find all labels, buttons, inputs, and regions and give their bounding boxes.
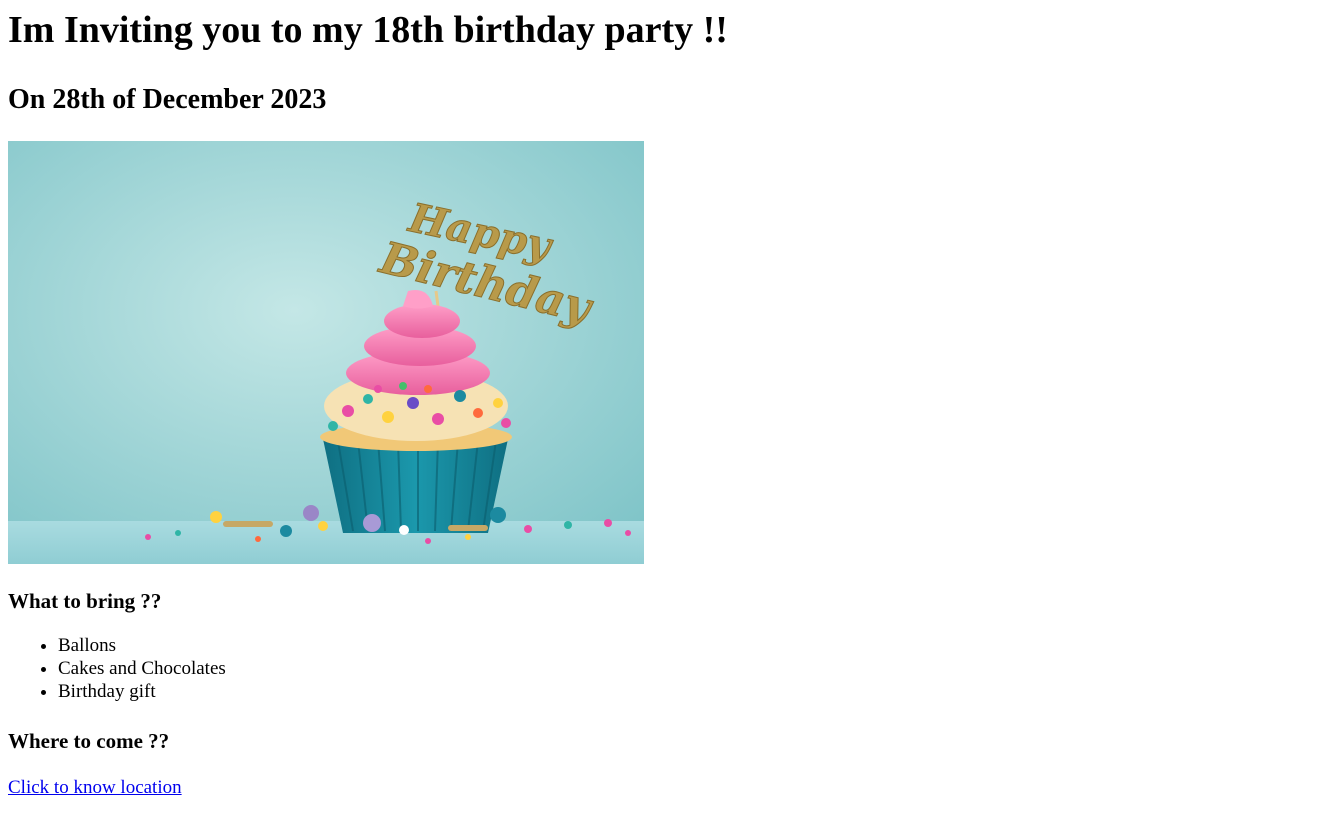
birthday-cupcake-image: Happy Birthday [8, 141, 644, 564]
list-item: Birthday gift [58, 680, 1321, 703]
list-item: Ballons [58, 634, 1321, 657]
location-link[interactable]: Click to know location [8, 777, 182, 798]
bring-heading: What to bring ?? [8, 589, 162, 613]
where-heading: Where to come ?? [8, 729, 170, 753]
list-item: Cakes and Chocolates [58, 657, 1321, 680]
bring-list: Ballons Cakes and Chocolates Birthday gi… [8, 634, 1321, 703]
party-date: On 28th of December 2023 [8, 84, 327, 115]
page-heading: Im Inviting you to my 18th birthday part… [8, 9, 728, 51]
location-paragraph: Click to know location [8, 776, 1321, 799]
